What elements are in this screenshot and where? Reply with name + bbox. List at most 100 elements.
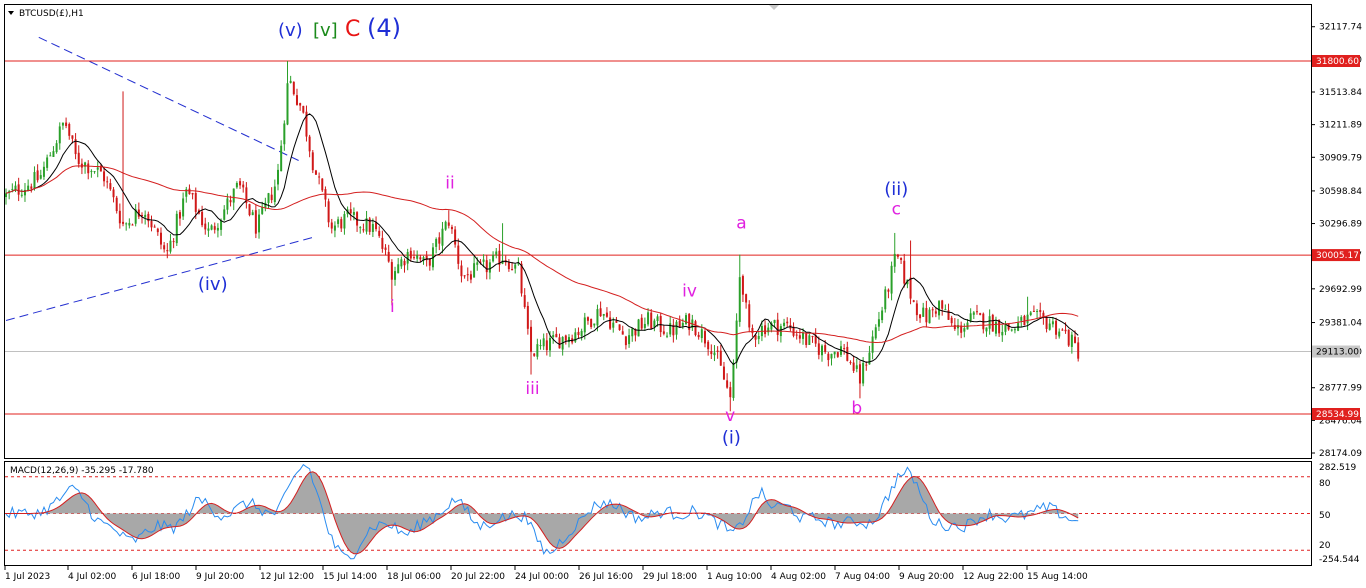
macd-scale-label-0: 282.519 [1319, 463, 1356, 473]
candle-body-336 [1067, 329, 1070, 346]
candle-body-238 [757, 336, 760, 340]
candle-body-282 [896, 254, 899, 257]
candle-body-333 [1058, 331, 1061, 337]
candle-body-113 [362, 229, 365, 231]
candle-body-46 [150, 221, 153, 228]
price-scale-label-11: 28777.99 [1319, 384, 1362, 394]
header-label-v: (v) [278, 20, 303, 41]
candle-body-54 [175, 213, 178, 244]
candle-body-244 [776, 319, 779, 335]
time-axis-label-4: 12 Jul 12:00 [260, 572, 314, 582]
candle-body-118 [378, 230, 381, 236]
price-scale-label-8: 29692.99 [1319, 285, 1362, 295]
candle-body-142 [454, 229, 457, 245]
candle-body-271 [862, 362, 865, 384]
candle-body-203 [647, 312, 650, 325]
candle-body-144 [460, 265, 463, 277]
wave-label-7: (i) [722, 428, 741, 449]
candle-body-293 [931, 309, 934, 311]
candle-body-75 [242, 184, 245, 188]
candle-body-247 [786, 321, 789, 324]
candle-body-131 [419, 257, 422, 260]
candle-body-44 [144, 214, 147, 218]
candle-body-213 [678, 320, 681, 328]
candle-body-190 [605, 312, 608, 317]
candle-body-47 [153, 226, 156, 228]
main-price-panel[interactable] [4, 4, 1312, 459]
candle-body-246 [783, 322, 786, 326]
candle-body-107 [343, 214, 346, 229]
candle-body-219 [697, 334, 700, 338]
wave-label-1: i [390, 297, 395, 317]
candle-body-337 [1070, 334, 1073, 347]
price-scale-label-13: 28174.09 [1319, 449, 1362, 459]
candle-body-315 [1001, 331, 1004, 336]
price-scale-label-0: 32117.74 [1319, 23, 1362, 33]
candle-body-52 [169, 240, 172, 252]
candle-body-99 [318, 176, 321, 178]
candle-body-284 [903, 260, 906, 284]
macd-scale-label-2: 50 [1319, 511, 1331, 521]
candle-body-0 [5, 193, 7, 198]
wave-label-5: a [736, 214, 746, 234]
candle-body-128 [409, 250, 412, 259]
candle-body-82 [264, 202, 267, 208]
candle-body-34 [112, 189, 115, 198]
candle-body-169 [539, 345, 542, 347]
candle-body-152 [485, 260, 488, 273]
candle-body-261 [830, 353, 833, 359]
candle-body-103 [330, 222, 333, 229]
candle-body-272 [865, 364, 868, 366]
candle-body-240 [764, 325, 767, 335]
time-axis-label-8: 24 Jul 00:00 [515, 572, 569, 582]
candle-body-260 [827, 353, 830, 361]
wave-label-6: v [725, 406, 735, 426]
candle-body-60 [194, 193, 197, 212]
candle-body-189 [602, 314, 605, 316]
candle-body-305 [969, 313, 972, 321]
candle-body-269 [855, 365, 858, 369]
candle-body-35 [115, 197, 118, 212]
candle-body-205 [653, 320, 656, 327]
candle-body-235 [748, 304, 751, 328]
header-label-4: (4) [367, 14, 401, 42]
wave-label-9: (ii) [884, 179, 908, 200]
candle-body-38 [125, 223, 128, 225]
candle-body-120 [384, 247, 387, 250]
candle-body-229 [729, 387, 732, 398]
candle-body-243 [773, 319, 776, 323]
candle-body-32 [106, 181, 109, 183]
candle-body-233 [741, 276, 744, 295]
candle-body-112 [359, 227, 362, 229]
candle-body-10 [36, 170, 39, 181]
candle-body-164 [523, 295, 526, 307]
time-axis-label-5: 15 Jul 14:00 [323, 572, 377, 582]
candle-body-18 [61, 122, 64, 126]
candle-body-109 [349, 209, 352, 214]
candle-body-51 [166, 250, 169, 252]
candle-body-165 [526, 305, 529, 329]
candle-body-198 [631, 328, 634, 337]
candle-body-102 [327, 201, 330, 223]
candle-body-140 [447, 222, 450, 226]
candle-body-171 [545, 340, 548, 351]
candle-body-89 [286, 83, 289, 125]
candle-body-200 [637, 319, 640, 337]
candle-body-263 [836, 352, 839, 357]
macd-scale-label-4: -254.544 [1319, 555, 1360, 565]
candle-body-139 [444, 221, 447, 230]
candle-body-8 [30, 186, 33, 189]
wave-label-4: iv [682, 282, 697, 302]
candle-body-294 [934, 311, 937, 314]
candle-body-4 [17, 184, 20, 195]
time-axis-label-2: 6 Jul 18:00 [132, 572, 181, 582]
candle-body-81 [261, 206, 264, 214]
candle-body-65 [210, 225, 213, 230]
candle-body-172 [549, 338, 552, 351]
chart-canvas[interactable]: 282.519805020-254.544 (iv)iiiiiiivav(i)b… [0, 0, 1366, 588]
candle-body-36 [118, 210, 121, 224]
candle-body-224 [713, 352, 716, 356]
candle-body-83 [267, 193, 270, 203]
candle-body-313 [994, 321, 997, 334]
candle-body-138 [441, 228, 444, 246]
